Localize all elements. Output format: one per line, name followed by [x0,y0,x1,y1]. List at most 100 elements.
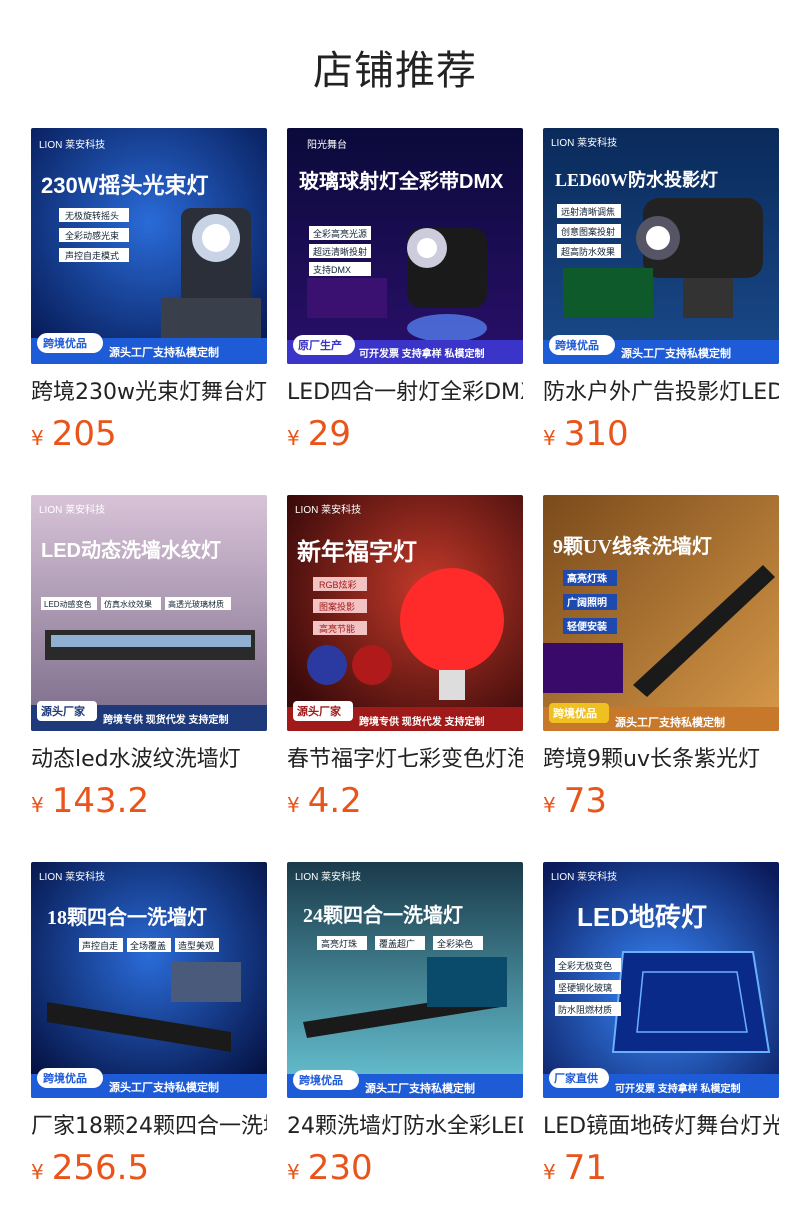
image-bullet: 全彩高亮光源 [313,228,367,239]
image-banner: 源头工厂支持私模定制 [621,346,731,360]
image-headline: 新年福字灯 [297,538,417,566]
product-name[interactable]: 跨境230w光束灯舞台灯 [31,378,267,408]
product-image[interactable]: LION 莱安科技 230W摇头光束灯 无极旋转摇头 全彩动感光束 声控自走模式… [31,128,267,364]
image-headline: 24颗四合一洗墙灯 [303,903,463,927]
product-price: ¥29 [287,414,523,454]
product-name[interactable]: LED四合一射灯全彩DMX [287,378,523,408]
product-name[interactable]: 厂家18颗24颗四合一洗墙灯 [31,1112,267,1142]
product-card[interactable]: 9颗UV线条洗墙灯 高亮灯珠 广阔照明 轻便安装 跨境优品 源头工厂支持私模定制… [543,495,779,821]
image-bullet: RGB炫彩 [319,579,357,590]
product-price: ¥71 [543,1148,779,1188]
product-name[interactable]: 春节福字灯七彩变色灯泡 [287,745,523,775]
product-image-graphic: LION 莱安科技 24颗四合一洗墙灯 高亮灯珠 覆盖超广 全彩染色 跨境优品 … [287,862,523,1098]
image-headline: 230W摇头光束灯 [41,173,208,198]
product-name[interactable]: 跨境9颗uv长条紫光灯 [543,745,779,775]
image-bullet: 轻便安装 [567,620,607,633]
image-headline: LED动态洗墙水纹灯 [41,538,221,562]
product-image[interactable]: LION 莱安科技 新年福字灯 RGB炫彩 图案投影 高亮节能 源头厂家 跨境专… [287,495,523,731]
image-headline: 玻璃球射灯全彩带DMX [299,169,504,193]
product-card[interactable]: LION 莱安科技 230W摇头光束灯 无极旋转摇头 全彩动感光束 声控自走模式… [31,128,267,454]
image-bullet: 全彩动感光束 [65,230,119,241]
currency-symbol: ¥ [543,1160,556,1184]
image-banner: 可开发票 支持拿样 私模定制 [615,1082,741,1095]
product-price: ¥230 [287,1148,523,1188]
product-card[interactable]: LION 莱安科技 新年福字灯 RGB炫彩 图案投影 高亮节能 源头厂家 跨境专… [287,495,523,821]
price-value: 4.2 [307,781,362,821]
product-image-graphic: LION 莱安科技 LED地砖灯 全彩无极变色 坚硬钢化玻璃 防水阻燃材质 厂家… [543,862,779,1098]
currency-symbol: ¥ [31,793,44,817]
image-headline: LED地砖灯 [577,902,707,932]
image-logo-text: LION 莱安科技 [551,136,617,149]
product-image-graphic: 9颗UV线条洗墙灯 高亮灯珠 广阔照明 轻便安装 跨境优品 源头工厂支持私模定制 [543,495,779,731]
image-bullet: 全场覆盖 [130,940,166,951]
image-bullet: 高透光玻璃材质 [168,599,224,609]
image-banner: 跨境专供 现货代发 支持定制 [359,715,485,728]
product-image-graphic: 阳光舞台 玻璃球射灯全彩带DMX 全彩高亮光源 超远清晰投射 支持DMX 原厂生… [287,128,523,364]
price-value: 71 [563,1148,607,1188]
product-name[interactable]: 防水户外广告投影灯LED [543,378,779,408]
currency-symbol: ¥ [31,1160,44,1184]
currency-symbol: ¥ [287,1160,300,1184]
product-image[interactable]: LION 莱安科技 18颗四合一洗墙灯 声控自走 全场覆盖 造型美观 跨境优品 … [31,862,267,1098]
product-image-graphic: LION 莱安科技 LED60W防水投影灯 远射清晰调焦 创意图案投射 超高防水… [543,128,779,364]
product-card[interactable]: LION 莱安科技 18颗四合一洗墙灯 声控自走 全场覆盖 造型美观 跨境优品 … [31,862,267,1188]
product-image[interactable]: LION 莱安科技 LED60W防水投影灯 远射清晰调焦 创意图案投射 超高防水… [543,128,779,364]
product-image[interactable]: 9颗UV线条洗墙灯 高亮灯珠 广阔照明 轻便安装 跨境优品 源头工厂支持私模定制 [543,495,779,731]
store-recommendations: 店铺推荐 LION 莱安科技 230W摇头光束灯 无极旋转摇头 全彩动感光束 声… [0,0,790,1230]
price-value: 205 [51,414,117,454]
product-card[interactable]: LION 莱安科技 LED动态洗墙水纹灯 LED动感变色 仿真水纹效果 高透光玻… [31,495,267,821]
image-logo-text: LION 莱安科技 [39,503,105,516]
product-card[interactable]: 阳光舞台 玻璃球射灯全彩带DMX 全彩高亮光源 超远清晰投射 支持DMX 原厂生… [287,128,523,454]
price-value: 29 [307,414,351,454]
product-image[interactable]: LION 莱安科技 LED动态洗墙水纹灯 LED动感变色 仿真水纹效果 高透光玻… [31,495,267,731]
image-banner: 源头工厂支持私模定制 [615,715,725,729]
image-banner: 源头工厂支持私模定制 [109,345,219,359]
product-image-graphic: LION 莱安科技 新年福字灯 RGB炫彩 图案投影 高亮节能 源头厂家 跨境专… [287,495,523,731]
price-value: 230 [307,1148,373,1188]
price-value: 310 [563,414,629,454]
product-name[interactable]: 动态led水波纹洗墙灯 [31,745,267,775]
image-logo-text: 阳光舞台 [307,138,347,151]
image-badge: 原厂生产 [298,338,342,352]
image-badge: 跨境优品 [43,336,87,350]
image-bullet: 声控自走模式 [65,250,119,261]
product-image[interactable]: LION 莱安科技 24颗四合一洗墙灯 高亮灯珠 覆盖超广 全彩染色 跨境优品 … [287,862,523,1098]
image-badge: 跨境优品 [553,706,597,720]
product-name[interactable]: 24颗洗墙灯防水全彩LED [287,1112,523,1142]
product-image-graphic: LION 莱安科技 18颗四合一洗墙灯 声控自走 全场覆盖 造型美观 跨境优品 … [31,862,267,1098]
image-badge: 跨境优品 [299,1073,343,1087]
image-badge: 跨境优品 [555,338,599,352]
price-value: 143.2 [51,781,150,821]
image-logo-text: LION 莱安科技 [39,870,105,883]
product-card[interactable]: LION 莱安科技 LED60W防水投影灯 远射清晰调焦 创意图案投射 超高防水… [543,128,779,454]
image-bullet: 远射清晰调焦 [561,206,615,217]
currency-symbol: ¥ [543,793,556,817]
image-bullet: 创意图案投射 [561,226,615,237]
product-price: ¥143.2 [31,781,267,821]
image-bullet: 无极旋转摇头 [65,210,119,221]
product-card[interactable]: LION 莱安科技 LED地砖灯 全彩无极变色 坚硬钢化玻璃 防水阻燃材质 厂家… [543,862,779,1188]
image-badge: 源头厂家 [41,704,86,718]
product-price: ¥205 [31,414,267,454]
section-title: 店铺推荐 [313,48,477,94]
image-bullet: 造型美观 [178,940,214,951]
product-name[interactable]: LED镜面地砖灯舞台灯光 [543,1112,779,1142]
image-logo-text: LION 莱安科技 [39,138,105,151]
image-bullet: 全彩染色 [437,938,473,949]
currency-symbol: ¥ [287,426,300,450]
image-bullet: 全彩无极变色 [558,960,612,971]
product-image[interactable]: LION 莱安科技 LED地砖灯 全彩无极变色 坚硬钢化玻璃 防水阻燃材质 厂家… [543,862,779,1098]
product-image-graphic: LION 莱安科技 230W摇头光束灯 无极旋转摇头 全彩动感光束 声控自走模式… [31,128,267,364]
image-badge: 跨境优品 [43,1071,87,1085]
product-image[interactable]: 阳光舞台 玻璃球射灯全彩带DMX 全彩高亮光源 超远清晰投射 支持DMX 原厂生… [287,128,523,364]
image-bullet: LED动感变色 [44,599,92,609]
image-logo-text: LION 莱安科技 [295,870,361,883]
currency-symbol: ¥ [287,793,300,817]
image-banner: 源头工厂支持私模定制 [365,1081,475,1095]
price-value: 256.5 [51,1148,150,1188]
currency-symbol: ¥ [543,426,556,450]
product-card[interactable]: LION 莱安科技 24颗四合一洗墙灯 高亮灯珠 覆盖超广 全彩染色 跨境优品 … [287,862,523,1188]
product-price: ¥73 [543,781,779,821]
image-headline: 9颗UV线条洗墙灯 [553,534,712,558]
image-banner: 跨境专供 现货代发 支持定制 [103,713,229,726]
